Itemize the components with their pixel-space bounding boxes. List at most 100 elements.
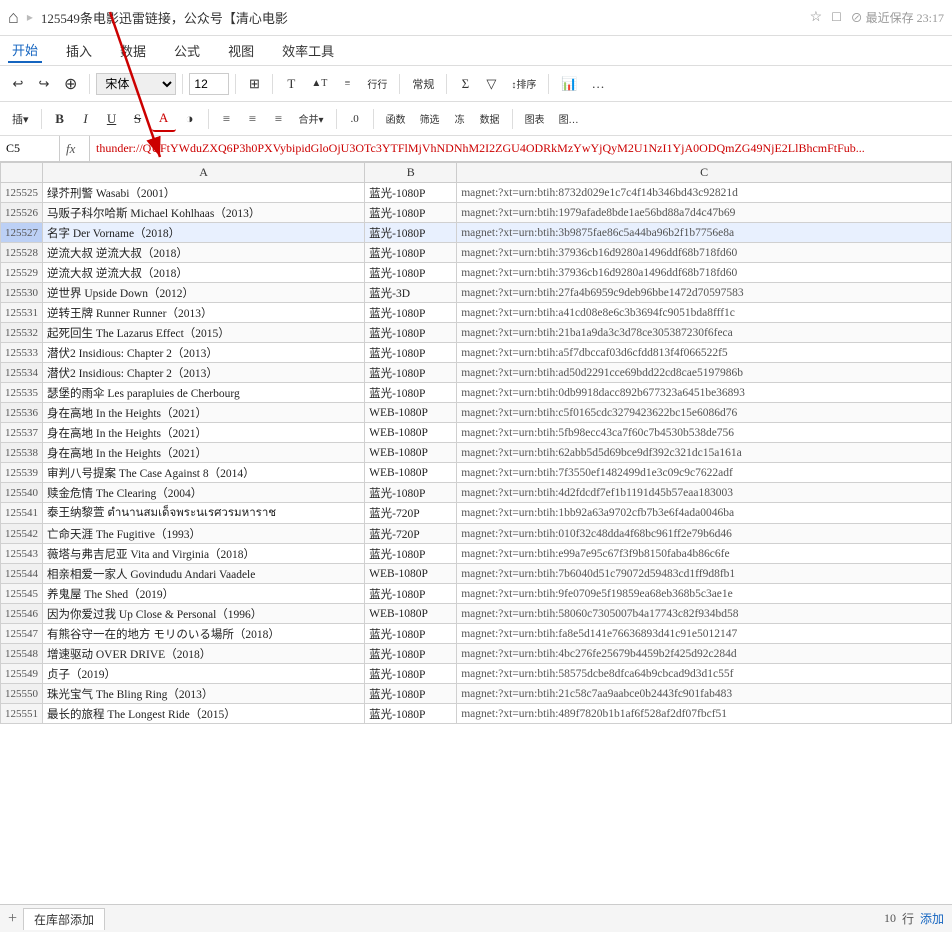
magnet-link[interactable]: magnet:?xt=urn:btih:8732d029e1c7c4f14b34… — [457, 183, 952, 203]
video-quality[interactable]: 蓝光-1080P — [365, 704, 457, 724]
menu-start[interactable]: 开始 — [8, 38, 42, 63]
video-quality[interactable]: WEB-1080P — [365, 443, 457, 463]
video-quality[interactable]: 蓝光-1080P — [365, 263, 457, 283]
magnet-link[interactable]: magnet:?xt=urn:btih:7f3550ef1482499d1e3c… — [457, 463, 952, 483]
movie-name[interactable]: 逆流大叔 逆流大叔（2018） — [43, 263, 365, 283]
strikethrough-button[interactable]: S — [126, 106, 150, 132]
col-a-header[interactable]: A — [43, 163, 365, 183]
video-quality[interactable]: 蓝光-1080P — [365, 183, 457, 203]
sort-button[interactable]: ↕排序 — [505, 71, 542, 97]
row-number[interactable]: 125531 — [1, 303, 43, 323]
row-number[interactable]: 125526 — [1, 203, 43, 223]
magnet-link[interactable]: magnet:?xt=urn:btih:4bc276fe25679b4459b2… — [457, 644, 952, 664]
video-quality[interactable]: WEB-1080P — [365, 564, 457, 584]
menu-insert[interactable]: 插入 — [62, 39, 96, 62]
row-number[interactable]: 125543 — [1, 544, 43, 564]
fill-color-button[interactable]: ◑ — [178, 106, 202, 132]
row-number[interactable]: 125546 — [1, 604, 43, 624]
video-quality[interactable]: 蓝光-720P — [365, 503, 457, 524]
pin-icon[interactable]: □ — [832, 10, 840, 26]
movie-name[interactable]: 珠光宝气 The Bling Ring（2013） — [43, 684, 365, 704]
row-number[interactable]: 125538 — [1, 443, 43, 463]
filter2-btn[interactable]: 筛选 — [414, 106, 446, 132]
row-number[interactable]: 125549 — [1, 664, 43, 684]
movie-name[interactable]: 有熊谷守一在的地方 モリのいる場所（2018） — [43, 624, 365, 644]
movie-name[interactable]: 马贩子科尔哈斯 Michael Kohlhaas（2013） — [43, 203, 365, 223]
movie-name[interactable]: 最长的旅程 The Longest Ride（2015） — [43, 704, 365, 724]
movie-name[interactable]: 赎金危情 The Clearing（2004） — [43, 483, 365, 503]
data2-btn[interactable]: 数据 — [474, 106, 506, 132]
video-quality[interactable]: 蓝光-1080P — [365, 323, 457, 343]
magnet-link[interactable]: magnet:?xt=urn:btih:9fe0709e5f19859ea68e… — [457, 584, 952, 604]
row-number[interactable]: 125541 — [1, 503, 43, 524]
movie-name[interactable]: 增速驱动 OVER DRIVE（2018） — [43, 644, 365, 664]
row-number[interactable]: 125535 — [1, 383, 43, 403]
text-align-left-btn[interactable]: T — [279, 71, 303, 97]
magnet-link[interactable]: magnet:?xt=urn:btih:58575dcbe8dfca64b9cb… — [457, 664, 952, 684]
magnet-link[interactable]: magnet:?xt=urn:btih:1bb92a63a9702cfb7b3e… — [457, 503, 952, 524]
movie-name[interactable]: 泰王纳黎萱 ตำนานสมเด็จพระนเรศวรมหาราช — [43, 503, 365, 524]
video-quality[interactable]: 蓝光-1080P — [365, 664, 457, 684]
menu-data[interactable]: 数据 — [116, 39, 150, 62]
magnet-link[interactable]: magnet:?xt=urn:btih:010f32c48dda4f68bc96… — [457, 524, 952, 544]
movie-name[interactable]: 绿芥刑警 Wasabi（2001） — [43, 183, 365, 203]
movie-name[interactable]: 瑟堡的雨伞 Les parapluies de Cherbourg — [43, 383, 365, 403]
row-number[interactable]: 125540 — [1, 483, 43, 503]
sum-button[interactable]: Σ — [453, 71, 477, 97]
star-icon[interactable]: ☆ — [810, 9, 823, 26]
format-table-button[interactable]: ⊞ — [242, 71, 266, 97]
movie-name[interactable]: 潜伏2 Insidious: Chapter 2（2013） — [43, 343, 365, 363]
magnet-link[interactable]: magnet:?xt=urn:btih:21ba1a9da3c3d78ce305… — [457, 323, 952, 343]
chart-button[interactable]: 📊 — [555, 71, 583, 97]
movie-name[interactable]: 因为你爱过我 Up Close & Personal（1996） — [43, 604, 365, 624]
underline-button[interactable]: U — [100, 106, 124, 132]
video-quality[interactable]: WEB-1080P — [365, 463, 457, 483]
add-sheet-icon[interactable]: + — [8, 910, 17, 928]
row-number[interactable]: 125525 — [1, 183, 43, 203]
font-size-input[interactable] — [189, 73, 229, 95]
magnet-link[interactable]: magnet:?xt=urn:btih:489f7820b1b1af6f528a… — [457, 704, 952, 724]
format-normal-btn[interactable]: 常规 — [406, 71, 440, 97]
magnet-link[interactable]: magnet:?xt=urn:btih:c5f0165cdc3279423622… — [457, 403, 952, 423]
video-quality[interactable]: 蓝光-1080P — [365, 303, 457, 323]
magnet-link[interactable]: magnet:?xt=urn:btih:5fb98ecc43ca7f60c7b4… — [457, 423, 952, 443]
row-number[interactable]: 125544 — [1, 564, 43, 584]
movie-name[interactable]: 贞子（2019） — [43, 664, 365, 684]
function-btn[interactable]: 函数 — [380, 106, 412, 132]
line-height-btn[interactable]: ≡ — [335, 71, 359, 97]
movie-name[interactable]: 潜伏2 Insidious: Chapter 2（2013） — [43, 363, 365, 383]
movie-name[interactable]: 逆转王牌 Runner Runner（2013） — [43, 303, 365, 323]
freeze-btn[interactable]: 冻 — [448, 106, 472, 132]
more-button[interactable]: … — [586, 71, 611, 97]
row-number[interactable]: 125539 — [1, 463, 43, 483]
font-family-select[interactable]: 宋体 — [96, 73, 176, 95]
row-number[interactable]: 125528 — [1, 243, 43, 263]
col-c-header[interactable]: C — [457, 163, 952, 183]
magnet-link[interactable]: magnet:?xt=urn:btih:3b9875fae86c5a44ba96… — [457, 223, 952, 243]
magnet-link[interactable]: magnet:?xt=urn:btih:fa8e5d141e76636893d4… — [457, 624, 952, 644]
video-quality[interactable]: 蓝光-1080P — [365, 243, 457, 263]
magnet-link[interactable]: magnet:?xt=urn:btih:37936cb16d9280a1496d… — [457, 263, 952, 283]
movie-name[interactable]: 名字 Der Vorname（2018） — [43, 223, 365, 243]
align-center-btn[interactable]: ≡ — [241, 106, 265, 132]
video-quality[interactable]: WEB-1080P — [365, 403, 457, 423]
video-quality[interactable]: 蓝光-1080P — [365, 684, 457, 704]
movie-name[interactable]: 逆流大叔 逆流大叔（2018） — [43, 243, 365, 263]
row-number[interactable]: 125545 — [1, 584, 43, 604]
row-number[interactable]: 125537 — [1, 423, 43, 443]
video-quality[interactable]: WEB-1080P — [365, 604, 457, 624]
movie-name[interactable]: 身在高地 In the Heights（2021） — [43, 423, 365, 443]
sheet-tab[interactable]: 在库部添加 — [23, 908, 105, 930]
magnet-link[interactable]: magnet:?xt=urn:btih:62abb5d5d69bce9df392… — [457, 443, 952, 463]
row-number[interactable]: 125533 — [1, 343, 43, 363]
movie-name[interactable]: 审判八号提案 The Case Against 8（2014） — [43, 463, 365, 483]
align-left-btn[interactable]: ≡ — [215, 106, 239, 132]
magnet-link[interactable]: magnet:?xt=urn:btih:0db9918dacc892b67732… — [457, 383, 952, 403]
magnet-link[interactable]: magnet:?xt=urn:btih:58060c7305007b4a1774… — [457, 604, 952, 624]
magnet-link[interactable]: magnet:?xt=urn:btih:27fa4b6959c9deb96bbe… — [457, 283, 952, 303]
video-quality[interactable]: WEB-1080P — [365, 423, 457, 443]
italic-button[interactable]: I — [74, 106, 98, 132]
movie-name[interactable]: 相亲相爱一家人 Govindudu Andari Vaadele — [43, 564, 365, 584]
text-up-btn[interactable]: ▲T — [305, 71, 333, 97]
add-button[interactable]: 添加 — [920, 910, 944, 927]
